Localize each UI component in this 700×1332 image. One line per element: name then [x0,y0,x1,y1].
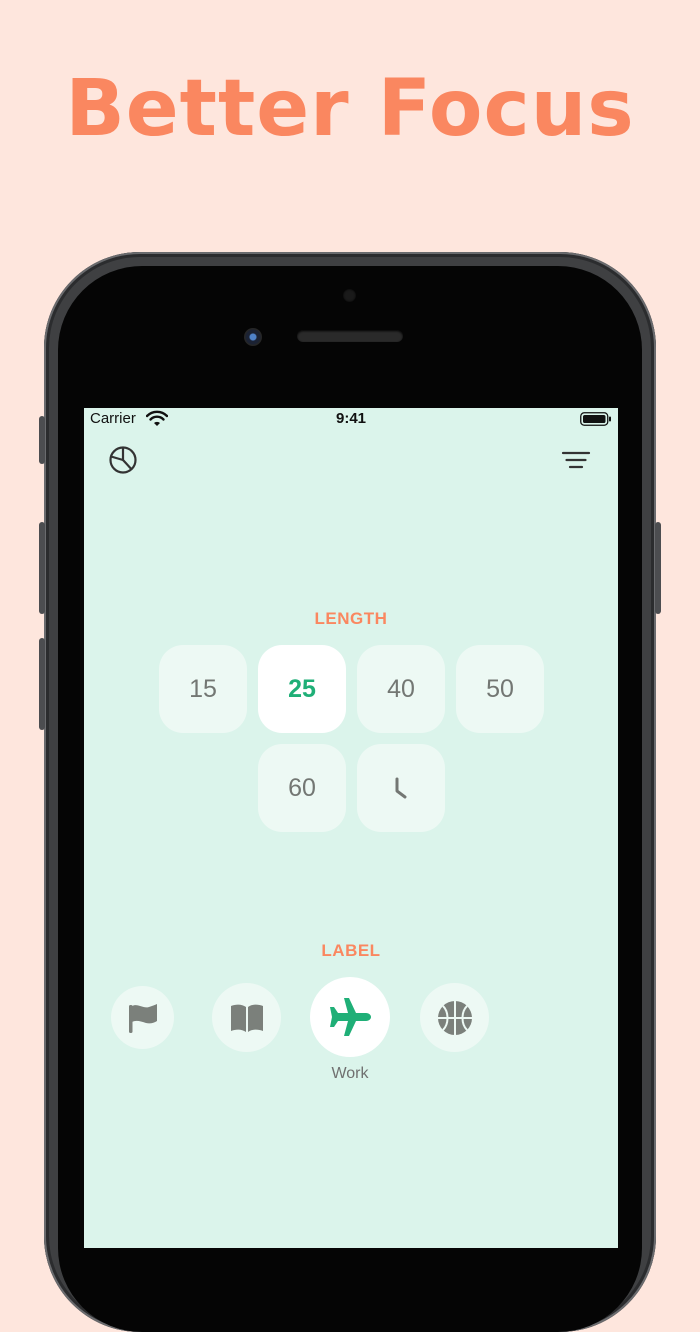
basketball-icon [437,1000,472,1035]
length-option-60[interactable]: 60 [258,744,346,832]
label-option-flag[interactable] [111,986,174,1049]
label-option-basketball[interactable] [420,983,489,1052]
headline: Better Focus [65,64,635,154]
length-option-25[interactable]: 25 [258,645,346,733]
length-title: LENGTH [314,609,388,628]
battery-icon [580,412,611,426]
filter-lines-icon[interactable] [561,445,591,475]
length-option-15[interactable]: 15 [159,645,247,733]
flag-icon [128,1003,157,1033]
clock-icon [395,777,407,799]
label-title: LABEL [321,941,381,960]
airplane-icon [330,998,371,1036]
mute-switch [39,416,45,464]
proximity-sensor [343,289,356,302]
label-selected-name: Work [331,1065,369,1082]
power-button [655,522,661,614]
earpiece-speaker [297,330,403,342]
front-camera [244,328,262,346]
status-bar: Carrier 9:41 [84,408,618,430]
volume-down-button [39,638,45,730]
length-option-50[interactable]: 50 [456,645,544,733]
app-screen: Carrier 9:41 LENGTH 15 25 40 50 60 LABEL… [84,408,618,1248]
label-option-book[interactable] [212,983,281,1052]
length-option-custom[interactable] [357,744,445,832]
book-icon [230,1004,263,1032]
label-option-work[interactable] [310,977,390,1057]
pie-chart-icon[interactable] [108,445,138,475]
status-time: 9:41 [335,410,367,427]
length-option-40[interactable]: 40 [357,645,445,733]
volume-up-button [39,522,45,614]
